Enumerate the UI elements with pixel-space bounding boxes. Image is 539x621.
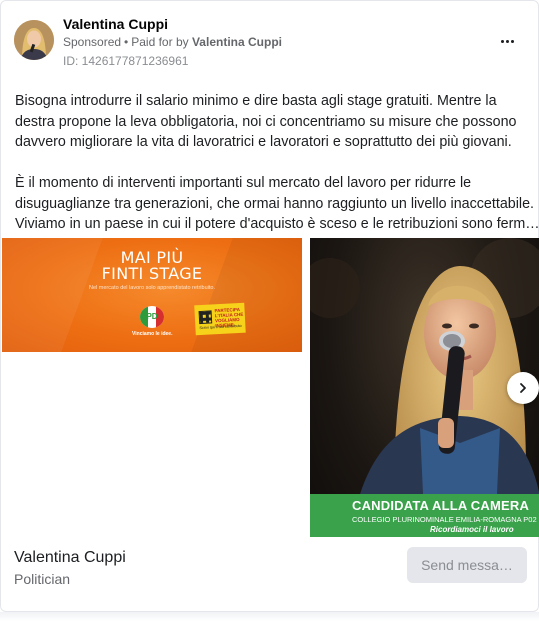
author-avatar[interactable] (14, 20, 54, 60)
carousel-card-candidate[interactable]: CANDIDATA ALLA CAMERA COLLEGIO PLURINOMI… (310, 238, 539, 537)
carousel-next-button[interactable] (507, 372, 539, 404)
promo-subtitle: Nel mercato del lavoro solo apprendistat… (89, 285, 215, 291)
body-line: Bisogna introdurre il salario minimo e d… (15, 93, 497, 109)
promo-headline-2: FINTI STAGE (101, 264, 203, 283)
body-line: davvero migliorare la vita di lavoratric… (15, 134, 512, 150)
carousel-card-finti-stage[interactable]: MAI PIÙ FINTI STAGE Nel mercato del lavo… (2, 238, 302, 352)
author-name[interactable]: Valentina Cuppi (63, 16, 168, 32)
ad-card: Valentina Cuppi Sponsored • Paid for by Va… (0, 0, 539, 612)
paid-for-prefix: Paid for by (131, 35, 189, 49)
paid-for-by-name: Valentina Cuppi (191, 35, 282, 49)
participation-box: PARTECIPA L'ITALIA CHE VOGLIAMO INSIEME.… (194, 302, 246, 336)
body-line: destra propone la leva obbligatoria, noi… (15, 113, 517, 130)
party-caption: Vinciamo le idee. (132, 331, 173, 337)
qr-code-icon (198, 310, 213, 325)
page-category: Politician (14, 571, 71, 587)
candidate-photo (310, 238, 539, 537)
more-options-button[interactable] (495, 29, 519, 53)
chevron-right-icon (520, 383, 526, 393)
ad-id: ID: 1426177871236961 (63, 54, 189, 68)
sponsored-line: Sponsored • Paid for by Valentina Cuppi (63, 35, 282, 49)
banner-subtitle: COLLEGIO PLURINOMINALE EMILIA-ROMAGNA P0… (352, 515, 537, 524)
body-line: Viviamo in un paese in cui il potere d'a… (15, 216, 539, 232)
separator-dot: • (124, 35, 129, 49)
card-bottom-edge (0, 612, 539, 621)
banner-title: CANDIDATA ALLA CAMERA (352, 498, 530, 513)
body-line: È il momento di interventi importanti su… (15, 175, 472, 191)
banner-tagline: Ricordiamoci il lavoro (430, 525, 514, 534)
page-name[interactable]: Valentina Cuppi (14, 549, 126, 567)
party-logo: PD (140, 306, 164, 328)
candidate-banner: CANDIDATA ALLA CAMERA COLLEGIO PLURINOMI… (310, 494, 539, 537)
send-message-button[interactable]: Send messa… (407, 547, 527, 583)
more-horizontal-icon (500, 39, 515, 43)
sponsored-label: Sponsored (63, 35, 122, 49)
body-line: disuguaglianze tra generazioni, che orma… (15, 195, 534, 212)
post-body: Bisogna introdurre il salario minimo e d… (15, 91, 539, 235)
